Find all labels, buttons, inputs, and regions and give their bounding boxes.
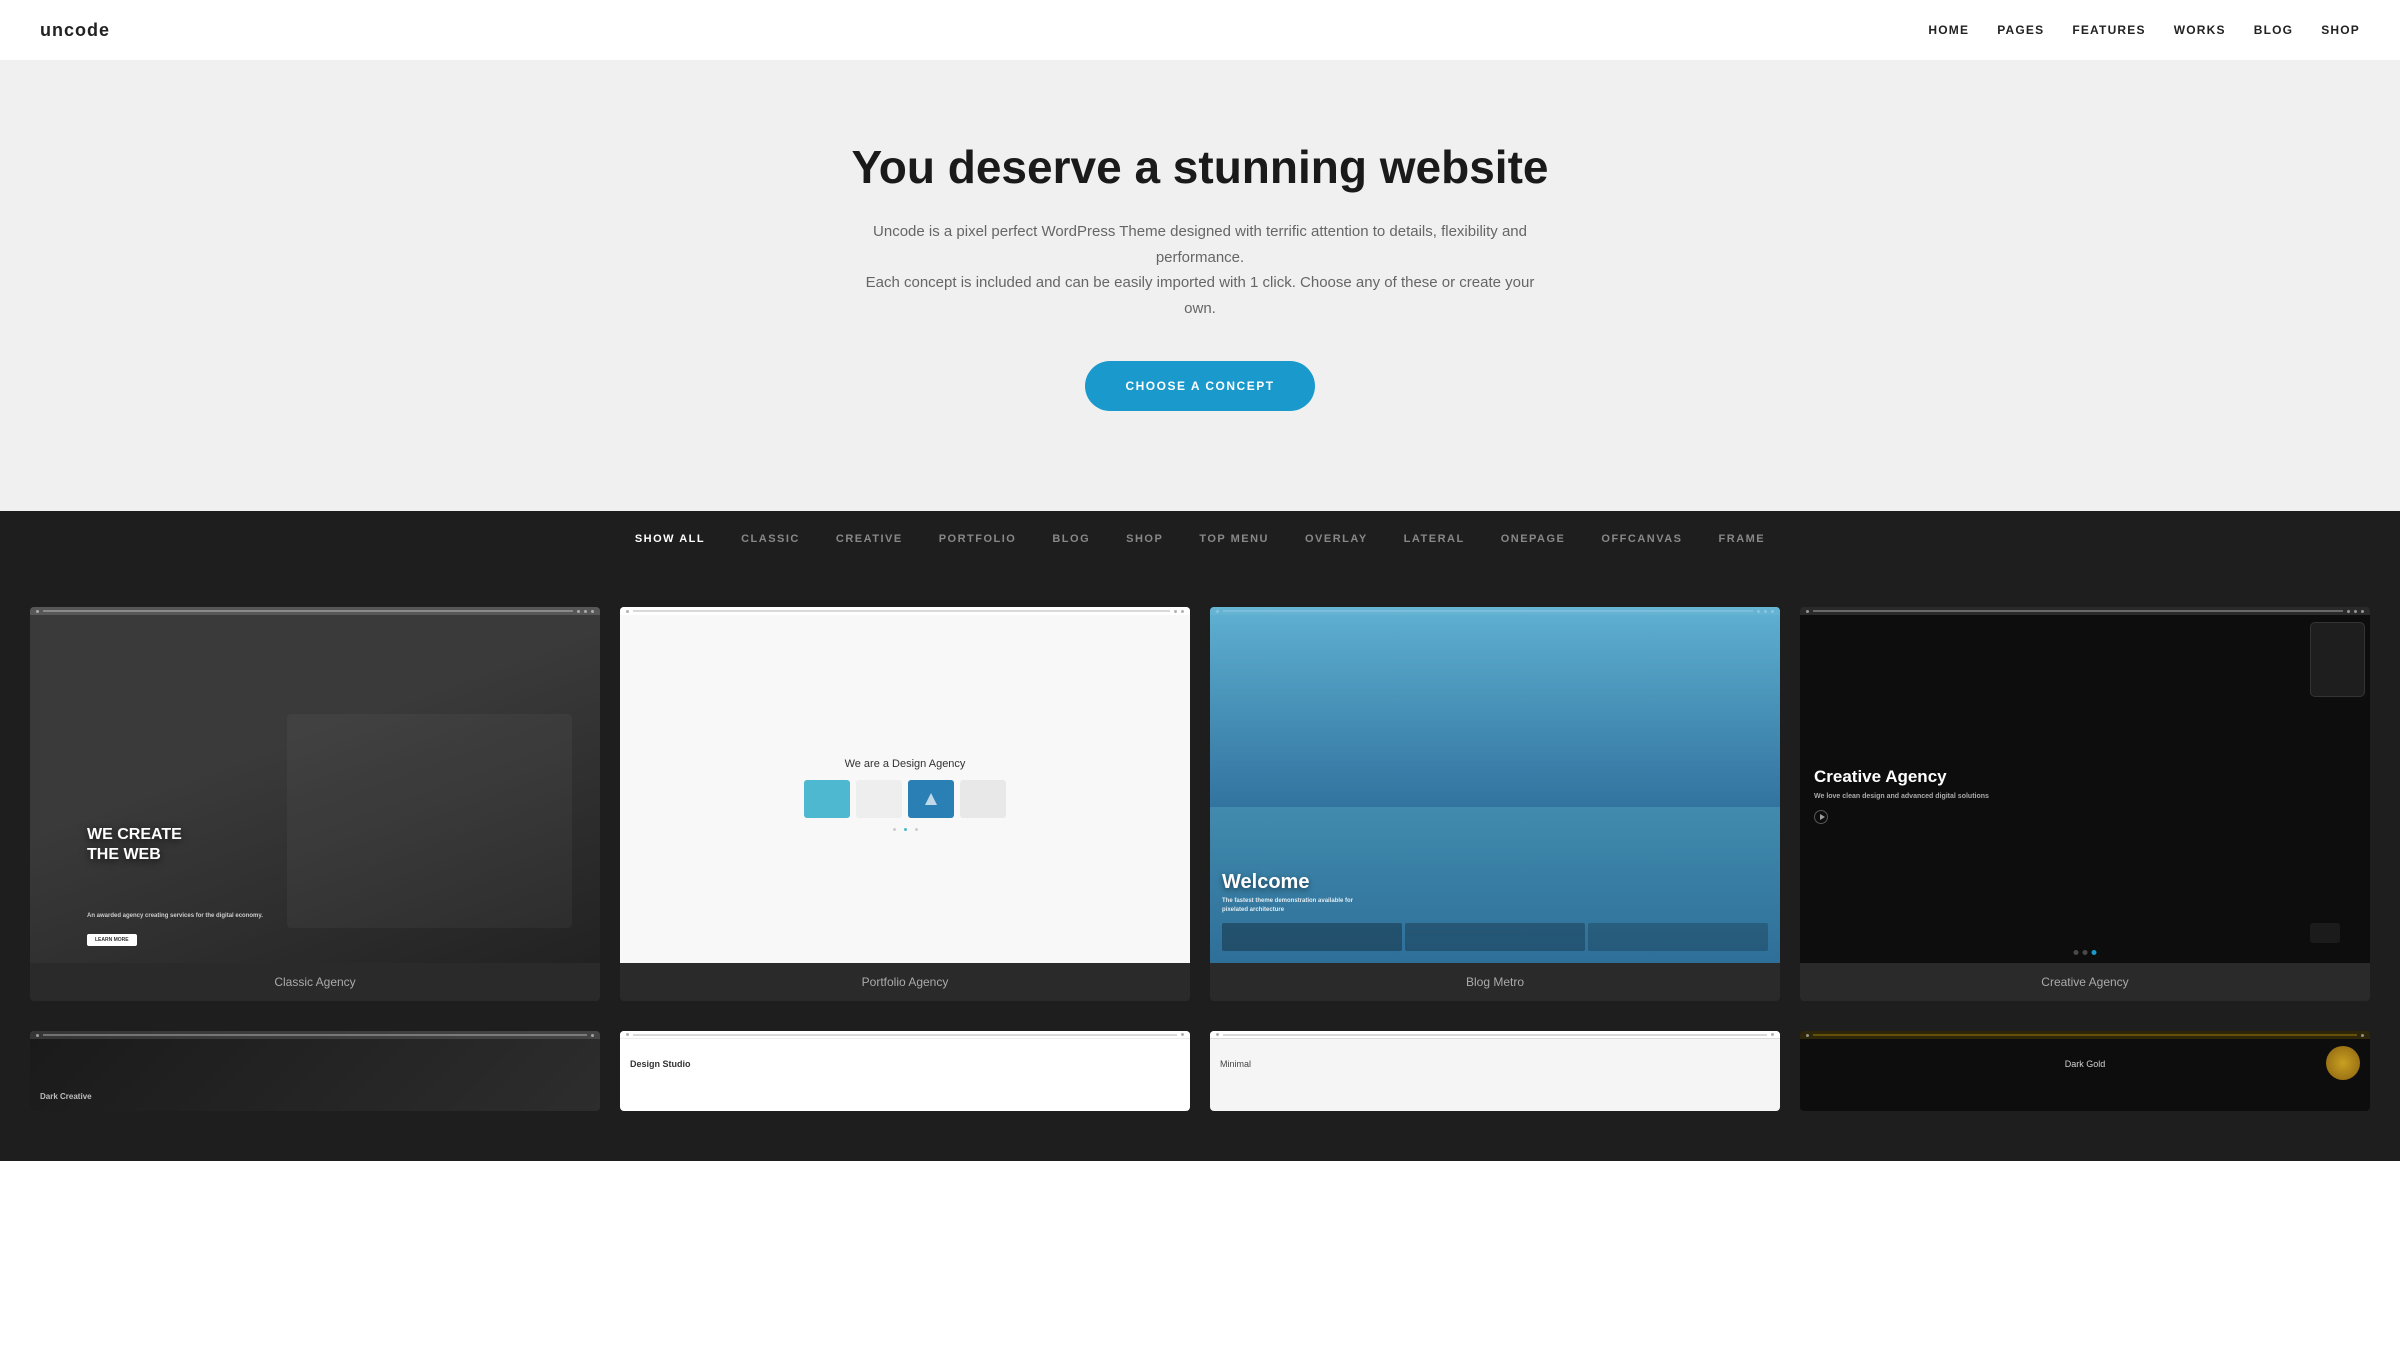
grid-item-dark-hero[interactable]: Dark Creative xyxy=(30,1031,600,1111)
filter-onepage[interactable]: ONEPAGE xyxy=(1501,533,1566,545)
hero-title: You deserve a stunning website xyxy=(40,140,2360,195)
nav-links: HOME PAGES FEATURES WORKS BLOG SHOP xyxy=(1928,21,2360,39)
grid-item-dark-gold[interactable]: Dark Gold xyxy=(1800,1031,2370,1111)
filter-offcanvas[interactable]: OFFCANVAS xyxy=(1601,533,1682,545)
grid-item-creative-agency-label: Creative Agency xyxy=(1800,963,2370,1001)
grid-item-minimal-white[interactable]: Minimal xyxy=(1210,1031,1780,1111)
grid-item-blog-metro[interactable]: Welcome The fastest theme demonstration … xyxy=(1210,607,1780,1001)
filter-lateral[interactable]: LATERAL xyxy=(1404,533,1465,545)
grid-item-blog-metro-label: Blog Metro xyxy=(1210,963,1780,1001)
filter-overlay[interactable]: OVERLAY xyxy=(1305,533,1368,545)
grid-item-creative-agency[interactable]: Creative Agency We love clean design and… xyxy=(1800,607,2370,1001)
filter-shop[interactable]: SHOP xyxy=(1126,533,1163,545)
grid-item-portfolio-agency[interactable]: We are a Design Agency xyxy=(620,607,1190,1001)
nav-item-pages[interactable]: PAGES xyxy=(1997,21,2044,39)
navbar: uncode HOME PAGES FEATURES WORKS BLOG SH… xyxy=(0,0,2400,60)
nav-item-home[interactable]: HOME xyxy=(1928,21,1969,39)
filter-blog[interactable]: BLOG xyxy=(1052,533,1090,545)
filter-frame[interactable]: FRAME xyxy=(1719,533,1766,545)
grid-row-1: WE CREATETHE WEB An awarded agency creat… xyxy=(30,607,2370,1001)
filter-portfolio[interactable]: PORTFOLIO xyxy=(939,533,1017,545)
filter-show-all[interactable]: SHOW ALL xyxy=(635,533,705,545)
nav-item-shop[interactable]: SHOP xyxy=(2321,21,2360,39)
grid-item-white-design[interactable]: Design Studio xyxy=(620,1031,1190,1111)
filter-classic[interactable]: CLASSIC xyxy=(741,533,800,545)
grid-section: WE CREATETHE WEB An awarded agency creat… xyxy=(0,567,2400,1161)
filter-creative[interactable]: CREATIVE xyxy=(836,533,903,545)
hero-description: Uncode is a pixel perfect WordPress Them… xyxy=(860,219,1540,321)
grid-row-2: Dark Creative Design Studio xyxy=(30,1031,2370,1111)
grid-item-classic-agency[interactable]: WE CREATETHE WEB An awarded agency creat… xyxy=(30,607,600,1001)
filter-bar: SHOW ALL CLASSIC CREATIVE PORTFOLIO BLOG… xyxy=(0,511,2400,567)
grid-item-classic-agency-label: Classic Agency xyxy=(30,963,600,1001)
site-logo[interactable]: uncode xyxy=(40,20,110,41)
nav-item-works[interactable]: WORKS xyxy=(2174,21,2226,39)
nav-item-blog[interactable]: BLOG xyxy=(2254,21,2293,39)
nav-item-features[interactable]: FEATURES xyxy=(2072,21,2145,39)
grid-item-portfolio-agency-label: Portfolio Agency xyxy=(620,963,1190,1001)
filter-top-menu[interactable]: TOP MENU xyxy=(1199,533,1269,545)
choose-concept-button[interactable]: CHOOSE A CONCEPT xyxy=(1085,361,1314,411)
hero-section: You deserve a stunning website Uncode is… xyxy=(0,60,2400,511)
